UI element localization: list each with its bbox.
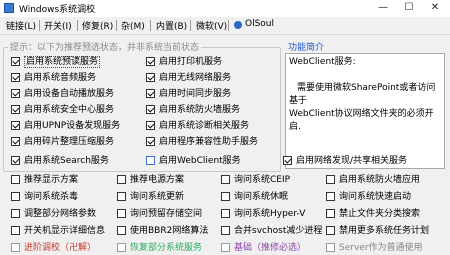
option-checkbox[interactable]: 调整部分网络参数 (11, 209, 96, 220)
close-button[interactable]: ✕ (422, 0, 448, 17)
service-checkbox[interactable]: 启用UPNP设备发现服务 (11, 121, 120, 132)
checkbox-box[interactable] (326, 209, 335, 218)
checkbox-box[interactable] (117, 175, 126, 184)
option-checkbox[interactable]: 询问系统CEIP (221, 175, 290, 186)
service-checkbox[interactable]: 启用碎片整理压缩服务 (11, 137, 114, 148)
menu-link[interactable]: 链接(L) (6, 19, 36, 32)
service-checkbox[interactable]: 启用程序兼容性助手服务 (146, 137, 258, 148)
checkbox-box[interactable] (117, 192, 126, 201)
service-checkbox[interactable]: 启用系统诊断相关服务 (146, 121, 249, 132)
menu-misc[interactable]: 杂(M) (121, 19, 145, 32)
service-checkbox[interactable]: 启用系统预读服务 (11, 56, 101, 68)
webclient-checkbox[interactable]: 启用WebClient服务 (146, 156, 241, 167)
checkbox-box[interactable] (11, 209, 20, 218)
menu-separator (228, 20, 229, 31)
checkbox-box[interactable] (221, 209, 230, 218)
info-text: WebClient协议网络文件夹的必须开启. (289, 109, 434, 132)
network-discovery-checkbox[interactable]: 启用网络发现/共享相关服务 (283, 156, 407, 167)
option-checkbox[interactable]: 推荐电源方案 (117, 175, 184, 186)
menu-separator (150, 20, 151, 31)
option-checkbox[interactable]: 禁止文件夹分类搜索 (326, 209, 420, 220)
service-checkbox[interactable]: 启用系统安全中心服务 (11, 105, 114, 116)
option-checkbox[interactable]: 询问系统快速启动 (326, 192, 411, 203)
info-heading: WebClient服务: (289, 57, 356, 67)
checkbox-box[interactable] (11, 226, 20, 235)
service-checkbox[interactable]: 启用系统音频服务 (11, 73, 96, 84)
option-checkbox[interactable]: 使用BBR2网络算法 (117, 226, 208, 237)
window-title: Windows系统调校 (19, 5, 96, 15)
checkbox-box[interactable] (117, 243, 126, 252)
checkbox-box[interactable] (326, 226, 335, 235)
checkbox-box[interactable] (11, 192, 20, 201)
menu-separator (190, 20, 191, 31)
menu-separator (39, 20, 40, 31)
brand-link[interactable]: OlSoul (245, 19, 274, 29)
option-checkbox[interactable]: 询问系统杀毒 (11, 192, 78, 203)
checkbox-box[interactable] (146, 73, 155, 82)
title-bar: Windows系统调校 — ☐ ✕ (0, 0, 450, 17)
checkbox-box[interactable] (221, 175, 230, 184)
checkbox-box[interactable] (221, 226, 230, 235)
checkbox-box[interactable] (283, 156, 292, 165)
option-checkbox[interactable]: 询问系统更新 (117, 192, 184, 203)
checkbox-box[interactable] (11, 121, 20, 130)
group-legend: 提示：以下为推荐预选状态，并非系统当前状态 (8, 40, 202, 53)
service-checkbox[interactable]: 启用打印机服务 (146, 57, 222, 68)
menu-bar: 链接(L) 开关(I) 修复(R) 杂(M) 内置(B) 微软(V) OlSou… (0, 17, 450, 35)
service-checkbox[interactable]: 启用时间同步服务 (146, 89, 231, 100)
service-checkbox[interactable]: 启用系统防火墙服务 (146, 105, 240, 116)
menu-builtin[interactable]: 内置(B) (156, 19, 187, 32)
service-checkbox[interactable]: 启用无线网络服务 (146, 73, 231, 84)
checkbox-box[interactable] (11, 175, 20, 184)
app-icon (4, 3, 14, 13)
checkbox-box[interactable] (146, 57, 155, 66)
menu-toggle[interactable]: 开关(I) (44, 19, 72, 32)
info-title: 功能简介 (288, 43, 325, 53)
checkbox-box[interactable] (11, 89, 20, 98)
maximize-button[interactable]: ☐ (396, 0, 422, 17)
brand-logo-icon (234, 21, 242, 29)
menu-separator (77, 20, 78, 31)
checkbox-box[interactable] (146, 156, 155, 165)
checkbox-box[interactable] (221, 243, 230, 252)
checkbox-box[interactable] (146, 121, 155, 130)
server-mode-checkbox[interactable]: Server作为普通使用 (326, 243, 423, 254)
option-checkbox[interactable]: 禁用更多系统任务计划 (326, 226, 429, 237)
checkbox-box[interactable] (11, 73, 20, 82)
basic-tweak-checkbox[interactable]: 基础（推修必选） (221, 243, 306, 254)
checkbox-box[interactable] (221, 192, 230, 201)
minimize-button[interactable]: — (370, 0, 396, 17)
option-checkbox[interactable]: 询问预留存储空间 (117, 209, 202, 220)
checkbox-box[interactable] (11, 57, 20, 66)
menu-microsoft[interactable]: 微软(V) (196, 19, 227, 32)
restore-services-checkbox[interactable]: 恢复部分系统服务 (117, 243, 202, 254)
checkbox-box[interactable] (11, 243, 20, 252)
checkbox-box[interactable] (146, 105, 155, 114)
checkbox-box[interactable] (11, 105, 20, 114)
info-text: 需要使用微软SharePoint或者访问基于 (289, 83, 436, 106)
checkbox-box[interactable] (146, 89, 155, 98)
option-checkbox[interactable]: 推荐显示方案 (11, 175, 78, 186)
option-checkbox[interactable]: 开关机显示详细信息 (11, 226, 105, 237)
checkbox-box[interactable] (117, 209, 126, 218)
checkbox-box[interactable] (326, 192, 335, 201)
checkbox-box[interactable] (117, 226, 126, 235)
option-checkbox[interactable]: 询问系统Hyper-V (221, 209, 305, 220)
service-checkbox[interactable]: 启用系统Search服务 (11, 156, 109, 167)
checkbox-box[interactable] (11, 137, 20, 146)
advanced-tweak-checkbox[interactable]: 进阶调校（卍解） (11, 243, 96, 254)
checkbox-box[interactable] (326, 243, 335, 252)
checkbox-box[interactable] (326, 175, 335, 184)
option-checkbox[interactable]: 合并svchost减少进程 (221, 226, 322, 237)
menu-separator (116, 20, 117, 31)
checkbox-box[interactable] (11, 156, 20, 165)
menu-repair[interactable]: 修复(R) (82, 19, 113, 32)
option-checkbox[interactable]: 询问系统休眠 (221, 192, 288, 203)
info-spacer (289, 69, 441, 82)
info-panel: WebClient服务: 需要使用微软SharePoint或者访问基于 WebC… (285, 53, 445, 169)
service-checkbox[interactable]: 启用设备自动播放服务 (11, 89, 114, 100)
checkbox-box[interactable] (146, 137, 155, 146)
option-checkbox[interactable]: 启用系统防火墙应用 (326, 175, 420, 186)
